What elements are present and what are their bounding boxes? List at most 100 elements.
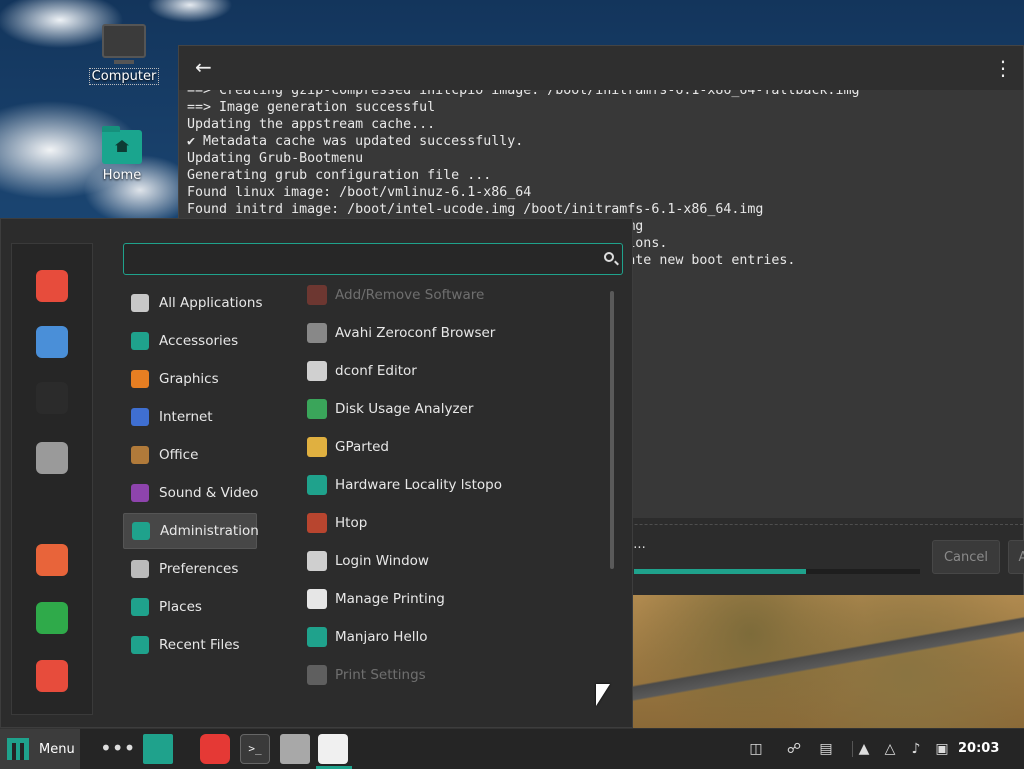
file-manager-icon[interactable] xyxy=(36,442,68,474)
preferences-icon xyxy=(131,560,149,578)
settings-manager-icon[interactable] xyxy=(36,326,68,358)
lock-screen-icon[interactable] xyxy=(36,544,68,576)
search-icon xyxy=(604,252,614,262)
category-item[interactable]: Office xyxy=(123,437,273,473)
app-item[interactable]: Print Settings xyxy=(299,657,604,693)
desktop-icon-label: Home xyxy=(102,168,142,183)
app-item[interactable]: Hardware Locality lstopo xyxy=(299,467,604,503)
category-label: Recent Files xyxy=(159,637,240,653)
gparted-icon xyxy=(307,437,327,457)
desert-wallpaper-region xyxy=(633,594,1024,728)
app-item[interactable]: Disk Usage Analyzer xyxy=(299,391,604,427)
application-list: Add/Remove Software Avahi Zeroconf Browse… xyxy=(299,277,604,697)
search-field[interactable] xyxy=(123,243,623,275)
desktop-icon-home[interactable]: Home xyxy=(82,126,162,183)
category-item[interactable]: Recent Files xyxy=(123,627,273,663)
app-label: Add/Remove Software xyxy=(335,287,485,303)
show-apps-icon[interactable]: ••• xyxy=(100,734,135,764)
app-item[interactable]: Manjaro Hello xyxy=(299,619,604,655)
manjaro-hello-icon xyxy=(307,627,327,647)
app-item[interactable]: Manage Printing xyxy=(299,581,604,617)
network-icon[interactable]: △ xyxy=(882,741,898,757)
cancel-button[interactable]: Cancel xyxy=(932,540,1000,574)
app-label: Htop xyxy=(335,515,368,531)
internet-icon xyxy=(131,408,149,426)
category-label: Internet xyxy=(159,409,213,425)
category-item[interactable]: Internet xyxy=(123,399,273,435)
category-label: Administration xyxy=(160,523,259,539)
grid-icon xyxy=(131,294,149,312)
category-label: Places xyxy=(159,599,202,615)
apply-button[interactable]: A xyxy=(1008,540,1024,574)
terminal-line: Generating grub configuration file ... xyxy=(187,168,492,183)
search-input[interactable] xyxy=(130,248,594,272)
app-label: Hardware Locality lstopo xyxy=(335,477,502,493)
clock[interactable]: 20:03 xyxy=(958,741,999,756)
category-item[interactable]: Graphics xyxy=(123,361,273,397)
volume-icon[interactable]: ♪ xyxy=(908,741,924,757)
clipboard-icon[interactable]: ▤ xyxy=(818,741,834,757)
notifications-icon[interactable]: ▲ xyxy=(856,741,872,757)
app-item[interactable]: GParted xyxy=(299,429,604,465)
terminal-line: ✔ Metadata cache was updated successfull… xyxy=(187,134,524,149)
terminal-line: Updating Grub-Bootmenu xyxy=(187,151,364,166)
add-remove-software-icon[interactable] xyxy=(318,734,348,764)
category-label: Office xyxy=(159,447,199,463)
terminal-icon[interactable]: >_ xyxy=(240,734,270,764)
file-manager-icon[interactable] xyxy=(280,734,310,764)
app-item[interactable]: Avahi Zeroconf Browser xyxy=(299,315,604,351)
terminal-line: Found linux image: /boot/vmlinuz-6.1-x86… xyxy=(187,185,532,200)
category-label: Preferences xyxy=(159,561,239,577)
kebab-menu-icon[interactable]: ⋮ xyxy=(993,58,1013,78)
shutdown-icon[interactable] xyxy=(36,660,68,692)
add-remove-software-icon[interactable] xyxy=(36,270,68,302)
app-label: Login Window xyxy=(335,553,429,569)
back-arrow-icon[interactable]: ← xyxy=(195,57,215,77)
vivaldi-browser-icon[interactable] xyxy=(200,734,230,764)
app-item[interactable]: Add/Remove Software xyxy=(299,277,604,313)
login-window-icon xyxy=(307,551,327,571)
computer-icon xyxy=(102,24,146,64)
terminal-icon[interactable] xyxy=(36,382,68,414)
app-item[interactable]: dconf Editor xyxy=(299,353,604,389)
home-folder-icon xyxy=(102,126,142,164)
print-settings-icon xyxy=(307,665,327,685)
category-list: All Applications Accessories Graphics Inter… xyxy=(123,285,273,665)
avahi-icon xyxy=(307,323,327,343)
terminal-line: Updating the appstream cache... xyxy=(187,117,436,132)
hwloc-icon xyxy=(307,475,327,495)
logout-icon[interactable] xyxy=(36,602,68,634)
workspace-switcher-icon[interactable]: ◫ xyxy=(748,741,764,757)
terminal-line: ==> Image generation successful xyxy=(187,100,436,115)
app-list-scrollbar[interactable] xyxy=(610,291,614,569)
category-item[interactable]: Accessories xyxy=(123,323,273,359)
category-label: Graphics xyxy=(159,371,219,387)
desktop-icon-computer[interactable]: Computer xyxy=(84,24,164,85)
category-item[interactable]: Sound & Video xyxy=(123,475,273,511)
security-shield-icon[interactable]: ☍ xyxy=(786,741,802,757)
places-icon xyxy=(131,598,149,616)
battery-icon[interactable]: ▣ xyxy=(934,741,950,757)
category-item[interactable]: Places xyxy=(123,589,273,625)
category-label: Sound & Video xyxy=(159,485,259,501)
app-item[interactable]: Htop xyxy=(299,505,604,541)
category-item[interactable]: Administration xyxy=(123,513,259,549)
app-label: dconf Editor xyxy=(335,363,417,379)
desktop-folder-icon[interactable] xyxy=(143,734,173,764)
app-label: Disk Usage Analyzer xyxy=(335,401,474,417)
category-item[interactable]: All Applications xyxy=(123,285,273,321)
window-header: ← ⋮ xyxy=(179,46,1023,90)
category-label: All Applications xyxy=(159,295,263,311)
desktop-icon-label: Computer xyxy=(88,68,160,85)
application-menu: All Applications Accessories Graphics Inter… xyxy=(0,218,633,728)
app-item[interactable]: Login Window xyxy=(299,543,604,579)
category-label: Accessories xyxy=(159,333,239,349)
menu-button[interactable]: Menu xyxy=(0,729,80,769)
app-label: Manage Printing xyxy=(335,591,445,607)
graphics-icon xyxy=(131,370,149,388)
dconf-editor-icon xyxy=(307,361,327,381)
printer-icon xyxy=(307,589,327,609)
manjaro-logo-icon xyxy=(7,738,29,760)
category-item[interactable]: Preferences xyxy=(123,551,273,587)
sound-video-icon xyxy=(131,484,149,502)
